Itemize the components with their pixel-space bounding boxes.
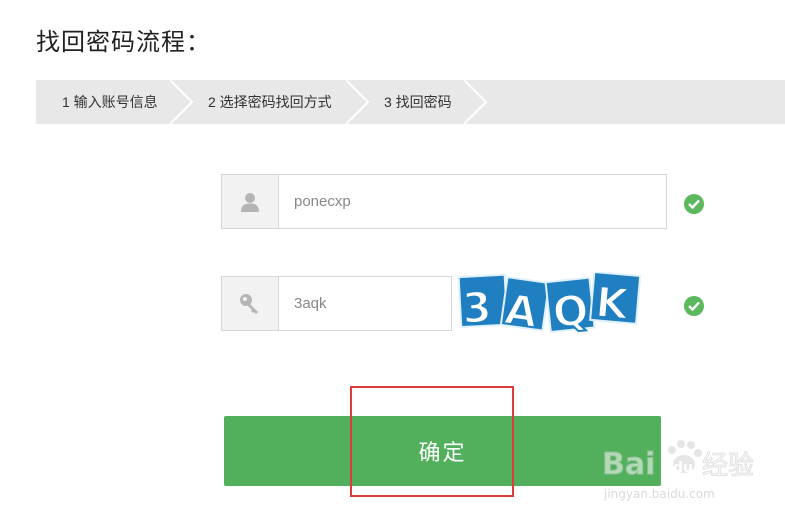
step-separator-chevron: [464, 80, 488, 124]
watermark-site-label: 经验: [702, 451, 754, 481]
captcha-char: 3: [461, 282, 493, 332]
step-progress-bar: 1 输入账号信息 2 选择密码找回方式 3 找回密码: [36, 80, 785, 124]
watermark-url: jingyan.baidu.com: [603, 487, 715, 501]
watermark-logo-text: Bai: [602, 447, 655, 482]
username-field: [221, 174, 667, 229]
step-3: 3 找回密码: [384, 94, 452, 110]
captcha-char: Q: [550, 285, 591, 334]
user-icon: [222, 175, 279, 228]
page-title: 找回密码流程：: [36, 29, 211, 56]
baidu-jingyan-watermark: Bai du 经验 jingyan.baidu.com: [602, 440, 755, 501]
step-2: 2 选择密码找回方式: [208, 94, 332, 110]
step-1: 1 输入账号信息: [62, 94, 158, 110]
captcha-image[interactable]: 3 A Q K: [456, 272, 646, 334]
captcha-input[interactable]: [294, 277, 444, 330]
captcha-char: A: [502, 284, 541, 334]
check-icon: [684, 296, 704, 316]
confirm-button[interactable]: 确定: [224, 416, 661, 486]
username-input[interactable]: [294, 175, 654, 228]
captcha-field: [221, 276, 452, 331]
captcha-char: K: [594, 277, 632, 329]
check-icon: [684, 194, 704, 214]
step-separator-chevron: [346, 80, 370, 124]
watermark-logo-text2: du: [673, 460, 693, 476]
step-separator-chevron: [170, 80, 194, 124]
key-icon: [222, 277, 279, 330]
